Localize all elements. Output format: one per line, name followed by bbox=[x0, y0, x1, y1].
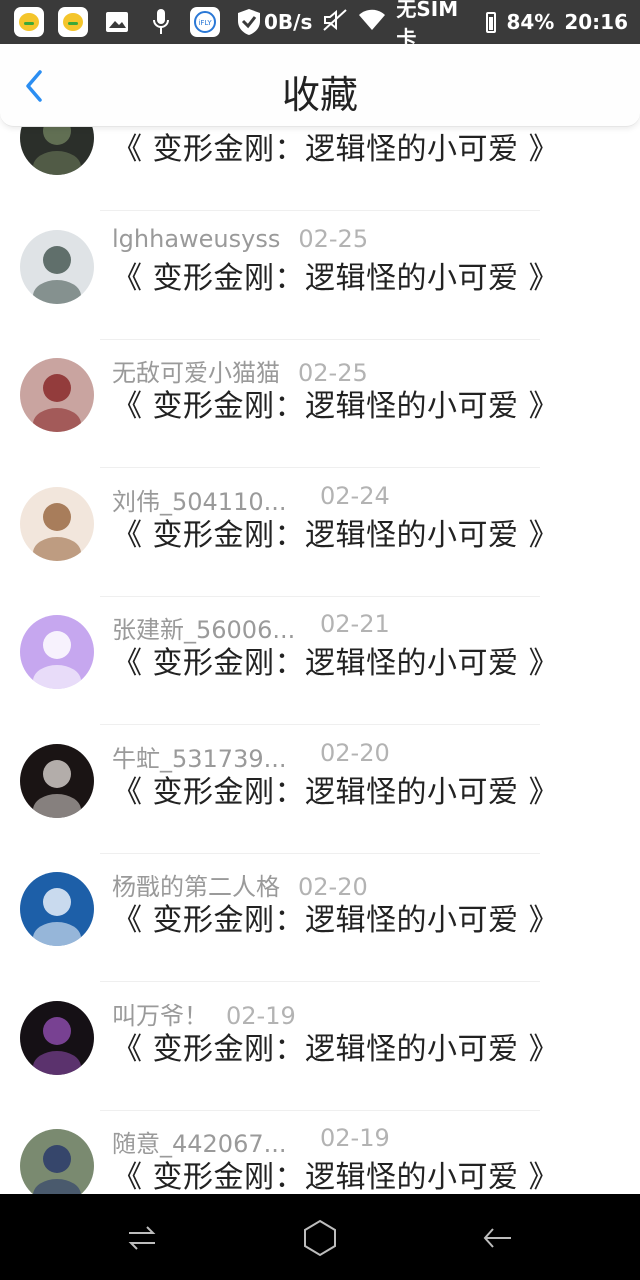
microphone-icon bbox=[146, 7, 176, 37]
item-title[interactable]: 《 变形金刚：逻辑怪的小可爱 》 bbox=[112, 381, 559, 425]
divider bbox=[100, 1109, 540, 1111]
list-item[interactable]: 杨戬的第二人格 02-20 《 变形金刚：逻辑怪的小可爱 》 bbox=[0, 871, 640, 1000]
ifly-icon: iFLY bbox=[190, 7, 220, 37]
list-item[interactable]: lghhaweusyss 02-25 《 变形金刚：逻辑怪的小可爱 》 bbox=[0, 225, 640, 358]
notification-icons: iFLY bbox=[14, 7, 264, 37]
back-arrow-icon bbox=[483, 1228, 511, 1248]
item-title[interactable]: 《 变形金刚：逻辑怪的小可爱 》 bbox=[112, 253, 559, 297]
mute-icon bbox=[322, 8, 348, 37]
list-item[interactable]: 无敌可爱小猫猫 02-25 《 变形金刚：逻辑怪的小可爱 》 bbox=[0, 357, 640, 486]
switch-icon bbox=[128, 1226, 156, 1250]
divider bbox=[100, 724, 540, 725]
home-button[interactable] bbox=[298, 1216, 342, 1260]
item-date: 02-24 bbox=[320, 481, 390, 510]
wifi-icon bbox=[358, 9, 386, 36]
item-title[interactable]: 《 变形金刚：逻辑怪的小可爱 》 bbox=[112, 895, 559, 939]
avatar[interactable] bbox=[20, 1000, 94, 1075]
switch-button[interactable] bbox=[120, 1216, 164, 1260]
app-face-icon bbox=[58, 7, 88, 37]
svg-text:iFLY: iFLY bbox=[198, 19, 212, 27]
list-item[interactable]: 随意_442067... 02-19 《 变形金刚：逻辑怪的小可爱 》 bbox=[0, 1124, 640, 1194]
item-title[interactable]: 《 变形金刚：逻辑怪的小可爱 》 bbox=[112, 1024, 559, 1068]
avatar[interactable] bbox=[20, 486, 94, 561]
divider bbox=[100, 338, 540, 340]
home-icon bbox=[304, 1219, 336, 1257]
divider bbox=[100, 467, 540, 468]
item-date: 02-25 bbox=[298, 224, 369, 253]
list-item[interactable]: 刘伟_504110... 02-24 《 变形金刚：逻辑怪的小可爱 》 bbox=[0, 482, 640, 615]
avatar[interactable] bbox=[20, 229, 94, 304]
item-title[interactable]: 《 变形金刚：逻辑怪的小可爱 》 bbox=[112, 126, 559, 168]
item-title[interactable]: 《 变形金刚：逻辑怪的小可爱 》 bbox=[112, 638, 559, 682]
divider bbox=[100, 852, 540, 854]
avatar[interactable] bbox=[20, 872, 94, 946]
favorites-list: a3焰4302-25《 变形金刚：逻辑怪的小可爱 》lghhaweusyss 02… bbox=[0, 126, 640, 1194]
user-name[interactable]: lghhaweusyss bbox=[112, 225, 280, 253]
clock: 20:16 bbox=[564, 10, 628, 34]
divider bbox=[100, 210, 540, 211]
list-item[interactable]: 叫万爷！ 02-19 《 变形金刚：逻辑怪的小可爱 》 bbox=[0, 1000, 640, 1129]
divider bbox=[100, 981, 540, 982]
image-icon bbox=[102, 7, 132, 37]
page-title: 收藏 bbox=[281, 73, 358, 117]
item-meta: lghhaweusyss 02-25 bbox=[112, 225, 368, 253]
net-speed: 0B/s bbox=[264, 10, 313, 34]
list-item[interactable]: 牛虻_531739... 02-20 《 变形金刚：逻辑怪的小可爱 》 bbox=[0, 739, 640, 872]
avatar[interactable] bbox=[20, 1129, 94, 1194]
list-item[interactable]: 张建新_56006... 02-21 《 变形金刚：逻辑怪的小可爱 》 bbox=[0, 610, 640, 743]
divider bbox=[100, 595, 540, 597]
app-face-icon bbox=[14, 7, 44, 37]
avatar[interactable] bbox=[20, 358, 94, 432]
avatar[interactable] bbox=[20, 743, 94, 818]
back-nav-button[interactable] bbox=[476, 1216, 520, 1260]
item-date: 02-20 bbox=[320, 738, 390, 767]
header: 收藏 bbox=[0, 44, 640, 127]
list-item[interactable]: a3焰4302-25《 变形金刚：逻辑怪的小可爱 》 bbox=[0, 126, 640, 229]
item-title[interactable]: 《 变形金刚：逻辑怪的小可爱 》 bbox=[112, 767, 559, 811]
item-date: 02-19 bbox=[320, 1124, 390, 1152]
status-bar: iFLY 0B/s 无SIM卡 84% 20:16 bbox=[0, 0, 640, 50]
item-date: 02-21 bbox=[320, 610, 390, 638]
avatar[interactable] bbox=[20, 615, 94, 689]
battery-icon bbox=[485, 11, 497, 33]
avatar[interactable] bbox=[20, 126, 94, 175]
shield-check-icon bbox=[234, 7, 264, 37]
battery-percent: 84% bbox=[506, 10, 555, 34]
item-title[interactable]: 《 变形金刚：逻辑怪的小可爱 》 bbox=[112, 1152, 559, 1194]
navigation-bar bbox=[0, 1194, 640, 1280]
item-title[interactable]: 《 变形金刚：逻辑怪的小可爱 》 bbox=[112, 510, 559, 554]
